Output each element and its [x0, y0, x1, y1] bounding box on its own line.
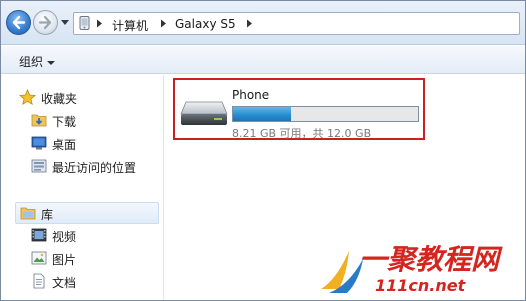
breadcrumb-computer[interactable]: 计算机 — [112, 17, 148, 34]
nav-item-label: 桌面 — [52, 138, 77, 152]
navigation-pane: 收藏夹 下载 桌面 最近访问的位置 库 视频 图片 文档 — [1, 75, 164, 300]
back-arrow-icon — [12, 15, 26, 30]
nav-item-recent-places[interactable]: 最近访问的位置 — [31, 157, 159, 177]
pictures-library-icon — [31, 251, 47, 265]
address-bar-region: 计算机 Galaxy S5 — [1, 1, 525, 45]
organize-button[interactable]: 组织 — [19, 53, 56, 70]
chevron-down-icon — [47, 60, 56, 65]
drive-icon — [180, 101, 228, 125]
nav-favorites-label: 收藏夹 — [41, 92, 78, 106]
watermark-url: 111cn.net — [375, 276, 467, 295]
forward-arrow-icon — [38, 15, 52, 30]
star-icon — [19, 89, 36, 106]
nav-item-label: 下载 — [52, 115, 77, 129]
organize-label: 组织 — [19, 55, 44, 69]
history-dropdown-icon[interactable] — [60, 16, 70, 28]
nav-item-videos[interactable]: 视频 — [31, 226, 159, 246]
nav-item-desktop[interactable]: 桌面 — [31, 134, 159, 154]
device-icon — [79, 16, 90, 30]
forward-button[interactable] — [33, 10, 58, 35]
watermark-title: 一聚教程网 — [359, 243, 503, 276]
desktop-icon — [31, 136, 47, 150]
back-button[interactable] — [6, 10, 31, 35]
drive-name: Phone — [232, 88, 270, 102]
library-folder-icon — [20, 207, 36, 220]
nav-item-label: 图片 — [52, 253, 77, 267]
breadcrumb-galaxy-s5[interactable]: Galaxy S5 — [175, 17, 236, 31]
nav-item-downloads[interactable]: 下载 — [31, 111, 159, 131]
nav-item-label: 最近访问的位置 — [52, 161, 137, 175]
command-bar: 组织 — [1, 46, 525, 74]
nav-item-label: 文档 — [52, 276, 77, 290]
site-watermark-logo: 一聚教程网 111cn.net — [321, 243, 503, 295]
chevron-right-icon[interactable] — [96, 19, 103, 28]
nav-item-label: 视频 — [52, 230, 77, 244]
chevron-right-icon[interactable] — [160, 19, 167, 28]
download-folder-icon — [31, 114, 47, 127]
video-library-icon — [31, 228, 47, 242]
address-input[interactable]: 计算机 Galaxy S5 — [73, 12, 520, 35]
drive-capacity-bar — [232, 106, 419, 122]
explorer-window: 计算机 Galaxy S5 组织 收藏夹 下载 桌面 最近访问的位置 库 视频 … — [0, 0, 526, 301]
nav-item-documents[interactable]: 文档 — [31, 272, 159, 292]
nav-item-pictures[interactable]: 图片 — [31, 249, 159, 269]
nav-favorites[interactable]: 收藏夹 — [19, 88, 159, 108]
documents-library-icon — [33, 273, 45, 289]
nav-libraries-label: 库 — [41, 208, 54, 222]
drive-free-space: 8.21 GB 可用，共 12.0 GB — [232, 127, 372, 140]
recent-places-icon — [31, 159, 47, 173]
nav-libraries[interactable]: 库 — [15, 202, 159, 224]
drive-tile[interactable]: Phone 8.21 GB 可用，共 12.0 GB — [173, 78, 425, 140]
chevron-right-icon[interactable] — [246, 19, 253, 28]
drive-capacity-fill — [233, 107, 292, 121]
